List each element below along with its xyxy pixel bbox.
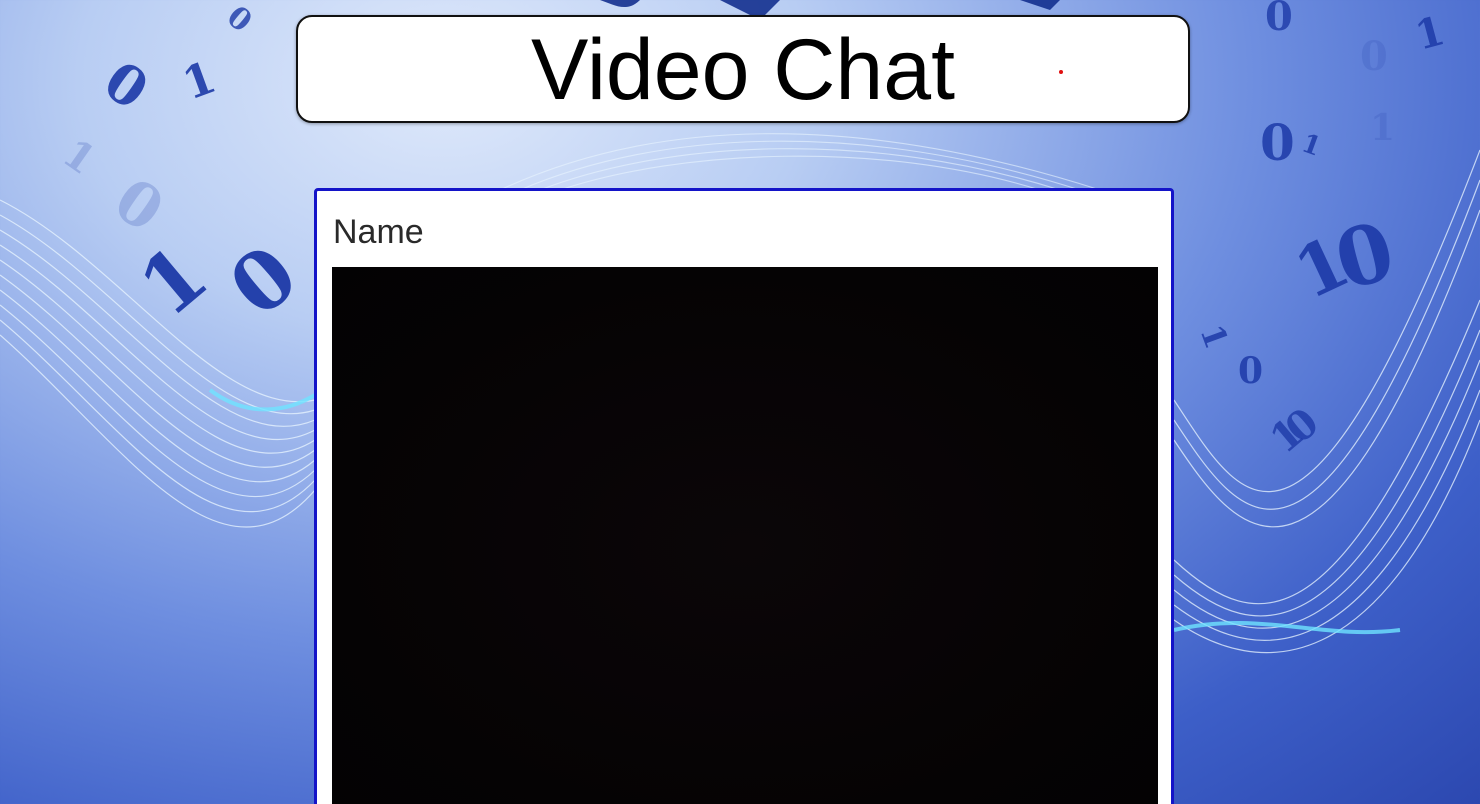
svg-text:1: 1 bbox=[176, 52, 222, 110]
svg-text:1: 1 bbox=[1298, 128, 1325, 162]
svg-text:0: 0 bbox=[212, 227, 315, 335]
app-title: Video Chat bbox=[531, 22, 955, 118]
svg-text:1: 1 bbox=[1410, 7, 1449, 60]
svg-text:0: 0 bbox=[1360, 33, 1388, 80]
svg-text:1: 1 bbox=[1370, 107, 1395, 149]
svg-text:0: 0 bbox=[93, 48, 160, 122]
svg-text:0: 0 bbox=[1260, 113, 1295, 172]
recording-indicator-icon bbox=[1059, 70, 1063, 74]
participant-video-card: Name bbox=[314, 188, 1174, 804]
svg-text:0: 0 bbox=[1265, 0, 1293, 40]
participant-name-label: Name bbox=[333, 213, 424, 251]
app-title-banner: Video Chat bbox=[296, 15, 1190, 123]
svg-text:1: 1 bbox=[1192, 320, 1235, 354]
svg-text:1: 1 bbox=[54, 130, 104, 184]
participant-video-feed[interactable] bbox=[332, 267, 1158, 804]
svg-text:0: 0 bbox=[1238, 350, 1263, 392]
svg-text:0: 0 bbox=[220, 0, 258, 40]
